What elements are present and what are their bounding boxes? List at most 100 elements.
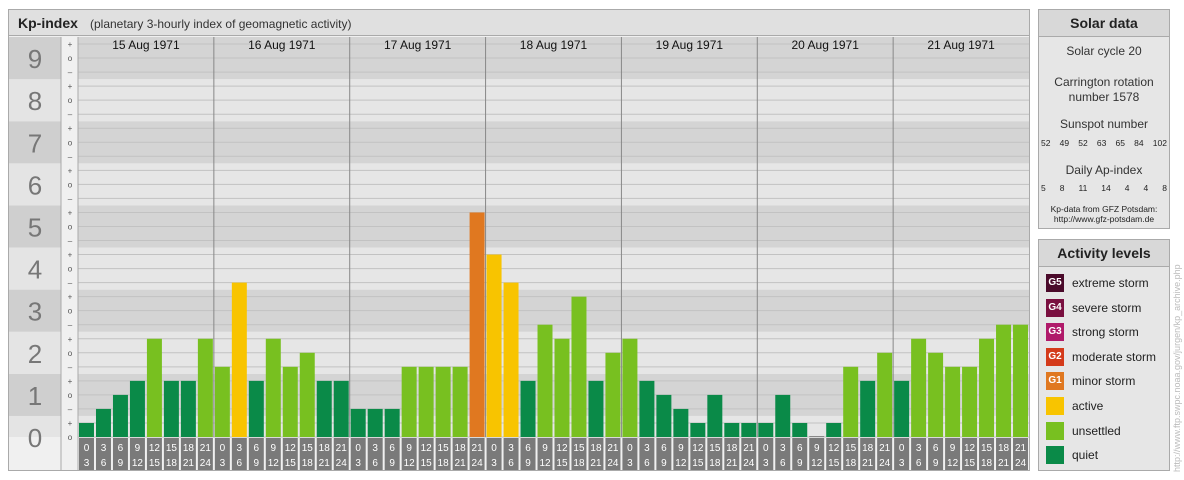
interval-end-label: 9 bbox=[797, 458, 803, 469]
activity-levels-title: Activity levels bbox=[1039, 240, 1169, 267]
interval-start-label: 15 bbox=[166, 443, 178, 454]
day-label: 18 Aug 1971 bbox=[520, 38, 588, 52]
interval-end-label: 9 bbox=[118, 458, 124, 469]
kp-bar bbox=[486, 254, 502, 437]
kp-bar bbox=[503, 282, 519, 437]
legend-item: G4 severe storm bbox=[1046, 298, 1170, 319]
kp-bar bbox=[707, 394, 723, 437]
interval-end-label: 3 bbox=[491, 458, 497, 469]
interval-end-label: 21 bbox=[726, 458, 738, 469]
interval-end-label: 15 bbox=[285, 458, 297, 469]
interval-start-label: 6 bbox=[661, 443, 667, 454]
carrington-line2: number 1578 bbox=[1068, 90, 1140, 104]
minor-tick-label: – bbox=[68, 194, 73, 203]
kp-bar bbox=[435, 366, 451, 437]
y-tick-label: 4 bbox=[28, 255, 42, 285]
interval-end-label: 21 bbox=[998, 458, 1010, 469]
interval-start-label: 6 bbox=[797, 443, 803, 454]
kp-bar bbox=[843, 366, 859, 437]
sunspot-values: 52 49 52 63 65 84 102 bbox=[1041, 138, 1167, 148]
solar-data-panel: Solar data Solar cycle 20 Carrington rot… bbox=[1038, 9, 1170, 229]
kp-bar bbox=[758, 422, 774, 437]
kp-bar bbox=[775, 394, 791, 437]
legend-label: active bbox=[1072, 399, 1104, 413]
kp-bar bbox=[282, 366, 298, 437]
legend-label: strong storm bbox=[1072, 325, 1139, 340]
interval-start-label: 18 bbox=[455, 443, 467, 454]
minor-tick-label: + bbox=[68, 419, 73, 428]
legend-label: minor storm bbox=[1072, 374, 1136, 389]
y-tick-label: 6 bbox=[28, 170, 42, 200]
kp-bar bbox=[860, 380, 876, 437]
interval-end-label: 24 bbox=[607, 458, 619, 469]
interval-start-label: 15 bbox=[438, 443, 450, 454]
ap-index-value: 4 bbox=[1124, 183, 1130, 193]
interval-start-label: 3 bbox=[237, 443, 243, 454]
interval-start-label: 15 bbox=[981, 443, 993, 454]
interval-end-label: 21 bbox=[590, 458, 602, 469]
interval-end-label: 6 bbox=[780, 458, 786, 469]
interval-start-label: 0 bbox=[491, 443, 497, 454]
kp-bar bbox=[129, 380, 145, 437]
kp-bar bbox=[469, 212, 485, 437]
interval-start-label: 9 bbox=[135, 443, 141, 454]
minor-tick-label: o bbox=[68, 391, 73, 400]
kp-bar bbox=[792, 422, 808, 437]
interval-start-label: 18 bbox=[726, 443, 738, 454]
interval-start-label: 12 bbox=[692, 443, 704, 454]
interval-start-label: 9 bbox=[406, 443, 412, 454]
kp-bar bbox=[384, 408, 400, 437]
interval-end-label: 3 bbox=[899, 458, 905, 469]
sunspot-value: 52 bbox=[1041, 138, 1051, 148]
kp-bar bbox=[656, 394, 672, 437]
interval-end-label: 3 bbox=[84, 458, 90, 469]
minor-tick-label: – bbox=[68, 279, 73, 288]
kp-bar bbox=[163, 380, 179, 437]
ap-index-value: 8 bbox=[1059, 183, 1065, 193]
interval-start-label: 12 bbox=[964, 443, 976, 454]
interval-start-label: 9 bbox=[271, 443, 277, 454]
interval-end-label: 3 bbox=[627, 458, 633, 469]
legend-item: G1 minor storm bbox=[1046, 372, 1170, 392]
solar-data-title: Solar data bbox=[1039, 10, 1169, 37]
kp-bar bbox=[231, 282, 247, 437]
interval-start-label: 21 bbox=[879, 443, 891, 454]
kp-bar bbox=[333, 380, 349, 437]
kp-bar bbox=[452, 366, 468, 437]
legend-swatch: G5 bbox=[1046, 274, 1064, 292]
ap-index-value: 4 bbox=[1143, 183, 1149, 193]
legend-item: quiet bbox=[1046, 446, 1170, 466]
minor-tick-label: – bbox=[68, 363, 73, 372]
interval-end-label: 21 bbox=[183, 458, 195, 469]
kp-bar bbox=[928, 352, 944, 437]
minor-tick-label: + bbox=[68, 124, 73, 133]
kp-bar-chart: o+–o+–o+–o+–o+–o+–o+–o+–o+–o+0123456789 1… bbox=[9, 37, 1029, 470]
y-tick-label: 5 bbox=[28, 212, 42, 242]
kp-bar bbox=[877, 352, 893, 437]
watermark-url: http://www.ftp.swpc.noaa.gov/jurgen/kp_a… bbox=[1172, 264, 1182, 472]
interval-start-label: 6 bbox=[118, 443, 124, 454]
interval-end-label: 15 bbox=[149, 458, 161, 469]
interval-start-label: 9 bbox=[678, 443, 684, 454]
legend-label: unsettled bbox=[1072, 423, 1121, 438]
interval-end-label: 24 bbox=[200, 458, 212, 469]
interval-end-label: 6 bbox=[237, 458, 243, 469]
legend-item: G2 moderate storm bbox=[1046, 347, 1170, 368]
kp-bar bbox=[996, 324, 1012, 437]
interval-start-label: 12 bbox=[285, 443, 297, 454]
kp-bar bbox=[554, 338, 570, 437]
kp-bar bbox=[605, 352, 621, 437]
legend-item: G3 strong storm bbox=[1046, 323, 1170, 343]
minor-tick-label: o bbox=[68, 138, 73, 147]
interval-start-label: 15 bbox=[845, 443, 857, 454]
interval-end-label: 18 bbox=[166, 458, 178, 469]
legend-item: unsettled bbox=[1046, 421, 1170, 442]
kp-bar bbox=[520, 380, 536, 437]
interval-start-label: 0 bbox=[220, 443, 226, 454]
kp-bar bbox=[180, 380, 196, 437]
interval-end-label: 3 bbox=[355, 458, 361, 469]
minor-tick-label: o bbox=[68, 349, 73, 358]
kp-bar bbox=[299, 352, 315, 437]
kp-bar bbox=[197, 338, 213, 437]
interval-start-label: 6 bbox=[254, 443, 260, 454]
